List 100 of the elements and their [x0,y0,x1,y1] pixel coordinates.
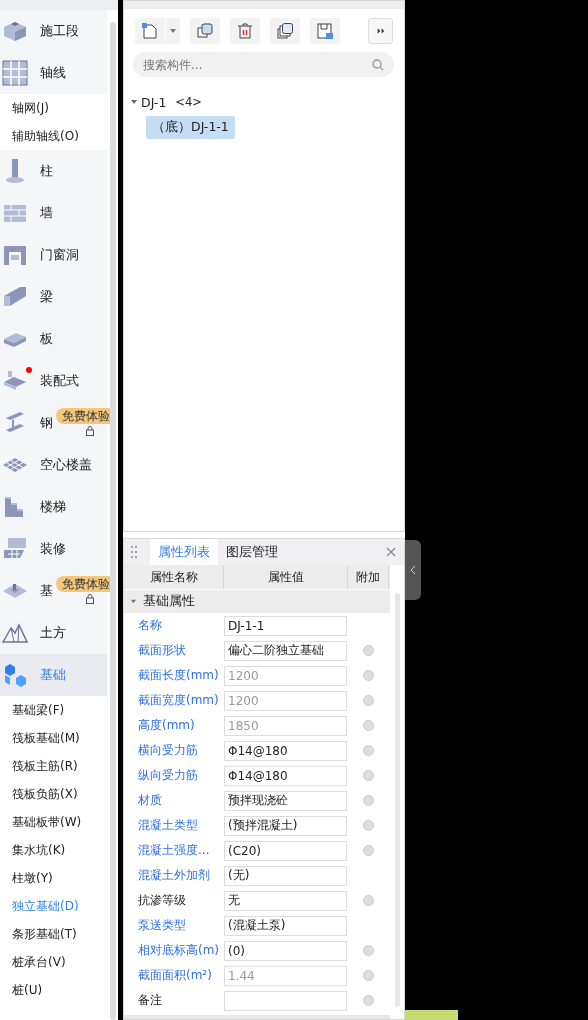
lock-icon [86,594,94,604]
property-value-field[interactable]: (混凝土泵) [224,915,347,936]
status-bar [405,1010,458,1020]
panel-tab[interactable]: 图层管理 [218,539,286,565]
property-value-field[interactable]: DJ-1-1 [224,615,347,636]
property-name: 横向受力筋 [137,742,199,759]
property-value-field[interactable] [224,990,347,1011]
group-row[interactable]: 基础属性 [124,590,390,613]
save-icon [316,22,334,40]
expand-caret-icon[interactable] [130,598,137,605]
column-header: 附加 [348,565,389,589]
property-value-field[interactable]: (无) [224,865,347,886]
chevron-left-icon [410,565,416,575]
nav-group-item[interactable]: 楼梯 [0,486,107,528]
nav-group-item[interactable]: 门窗洞 [0,234,107,276]
attach-dot[interactable] [363,645,374,656]
attach-dot[interactable] [363,895,374,906]
nav-group-item[interactable]: 墙 [0,192,107,234]
lock-icon [86,426,94,436]
group-label: 基础属性 [143,593,195,610]
nav-group-label: 轴线 [40,64,66,82]
nav-group-label: 钢 [40,414,53,432]
double-arrow-icon [375,26,386,36]
property-name: 泵送类型 [137,917,187,934]
property-value-field[interactable]: (0) [224,940,347,961]
collapse-handle[interactable] [405,540,421,600]
nav-group-label: 装配式 [40,372,79,390]
drag-handle-icon[interactable] [130,545,138,559]
copy-icon [196,22,214,40]
property-value-field[interactable]: 偏心二阶独立基础 [224,640,347,661]
property-value-field[interactable]: 无 [224,890,347,911]
nav-group-label: 基础 [40,666,66,684]
panel-tab[interactable]: 属性列表 [150,539,218,565]
nav-group-item[interactable]: 土方 [0,612,107,654]
nav-group-item[interactable]: 梁 [0,276,107,318]
property-name: 抗渗等级 [137,892,187,909]
property-name: 相对底标高(m) [137,942,221,959]
nav-group-label: 门窗洞 [40,246,79,264]
attach-dot[interactable] [363,845,374,856]
nav-group-item[interactable]: 钢 免费体验 [0,402,107,444]
nav-group-item[interactable]: 空心楼盖 [0,444,107,486]
property-name: 备注 [137,992,163,1009]
property-value-field[interactable]: Φ14@180 [224,740,347,761]
property-name: 纵向受力筋 [137,767,199,784]
property-name: 截面形状 [137,642,187,659]
nav-group-item[interactable]: 轴线 [0,52,107,94]
property-name: 截面长度(mm) [137,667,220,684]
more-button[interactable] [368,18,393,44]
nav-group-item[interactable]: 柱 [0,150,107,192]
save-button[interactable] [310,18,340,44]
property-name: 材质 [137,792,163,809]
search-field[interactable]: 搜索构件... [133,52,394,77]
nav-group-label: 墙 [40,204,53,222]
cubes-icon [2,662,28,688]
copy-button[interactable] [190,18,220,44]
tree-node-label[interactable]: DJ-1 [141,94,167,110]
nav-group-label: 基 [40,582,53,600]
attach-dot[interactable] [363,945,374,956]
attach-dot[interactable] [363,745,374,756]
property-value-field[interactable]: (C20) [224,840,347,861]
nav-group-label: 施工段 [40,22,79,40]
property-value-field[interactable]: Φ14@180 [224,765,347,786]
search-icon [372,59,384,71]
trial-badge: 免费体验 [56,408,113,424]
grid-icon [2,60,28,86]
expand-caret-icon[interactable] [130,98,138,106]
nav-group-item[interactable]: 板 [0,318,107,360]
property-name: 混凝土外加剂 [137,867,211,884]
property-name: 名称 [137,617,163,634]
property-name: 混凝土强度... [137,842,211,859]
property-name: 截面面积(m²) [137,967,213,984]
duplicate-button[interactable] [270,18,300,44]
nav-group-item[interactable]: 基 免费体验 [0,570,107,612]
property-name: 混凝土类型 [137,817,199,834]
nav-group-item[interactable]: 装修 [0,528,107,570]
attach-dot[interactable] [363,795,374,806]
delete-button[interactable] [230,18,260,44]
trash-icon [236,22,254,40]
nav-group-label: 土方 [40,624,66,642]
close-icon[interactable] [386,547,396,557]
nav-group-label: 装修 [40,540,66,558]
attach-dot[interactable] [363,820,374,831]
nav-group-item[interactable]: 施工段 [0,10,107,52]
nav-group-label: 梁 [40,288,53,306]
layers-copy-icon [276,22,294,40]
child-count: <4> [175,95,202,109]
nav-group-label: 柱 [40,162,53,180]
property-value-field[interactable]: 预拌现浇砼 [224,790,347,811]
nav-group-label: 楼梯 [40,498,66,516]
nav-group-item[interactable]: 装配式 [0,360,107,402]
new-file-icon [141,22,159,40]
property-value-field[interactable]: (预拌混凝土) [224,815,347,836]
attach-dot[interactable] [363,770,374,781]
tree-item[interactable]: （底）DJ-1-1 [146,116,235,139]
attach-dot[interactable] [363,995,374,1006]
nav-group-label: 板 [40,330,53,348]
trial-badge: 免费体验 [56,576,113,592]
column-header: 属性名称 [124,565,224,589]
property-name: 截面宽度(mm) [137,692,220,709]
property-name: 高度(mm) [137,717,196,734]
